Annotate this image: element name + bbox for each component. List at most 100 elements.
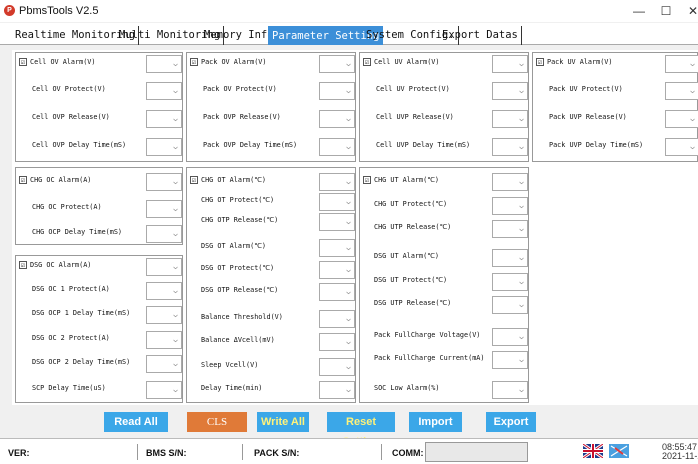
chevron-down-icon: ⌵ (173, 142, 178, 151)
dsg-ot-alarm-dropdown[interactable]: ⌵ (319, 239, 355, 257)
chg-utp-release-dropdown[interactable]: ⌵ (492, 220, 528, 238)
cell-ov-alarm-dropdown[interactable]: ⌵ (146, 55, 182, 73)
dsg-otp-release-dropdown[interactable]: ⌵ (319, 283, 355, 301)
pack-uv-protect-dropdown[interactable]: ⌵ (665, 82, 698, 100)
dsg-oc1-protect-row: DSG OC 1 Protect(A) ⌵ (16, 280, 184, 300)
fullcharge-current-label: Pack FullCharge Current(mA) (374, 354, 485, 362)
dsg-ot-protect-dropdown[interactable]: ⌵ (319, 261, 355, 279)
cell-uvp-release-dropdown[interactable]: ⌵ (492, 110, 528, 128)
chg-oc-protect-dropdown[interactable]: ⌵ (146, 200, 182, 218)
cls-button[interactable]: CLS (187, 412, 247, 432)
minimize-button[interactable]: — (626, 2, 652, 20)
pack-ovp-release-dropdown[interactable]: ⌵ (319, 110, 355, 128)
write-all-button[interactable]: Write All (257, 412, 309, 432)
balance-threshold-row: Balance Threshold(V) ⌵ (187, 308, 357, 328)
tab-export-datas[interactable]: Export Datas (439, 26, 522, 45)
main-tabs: Realtime Monitoring Multi Monitoring Mem… (0, 23, 698, 45)
cell-uv-alarm-checkbox[interactable]: ☑ (363, 58, 371, 66)
chevron-down-icon: ⌵ (519, 277, 524, 286)
sleep-vcell-row: Sleep Vcell(V) ⌵ (187, 356, 357, 376)
chg-ocp-delay-label: CHG OCP Delay Time(mS) (32, 228, 123, 236)
chevron-down-icon: ⌵ (519, 300, 524, 309)
chevron-down-icon: ⌵ (346, 243, 351, 252)
chg-ut-alarm-checkbox[interactable]: ☑ (363, 176, 371, 184)
delay-time-row: Delay Time(min) ⌵ (187, 379, 357, 399)
balance-threshold-dropdown[interactable]: ⌵ (319, 310, 355, 328)
comm-port-field[interactable] (425, 442, 528, 462)
chg-ot-alarm-dropdown[interactable]: ⌵ (319, 173, 355, 191)
cell-ovp-release-label: Cell OVP Release(V) (32, 113, 110, 121)
soc-low-alarm-dropdown[interactable]: ⌵ (492, 381, 528, 399)
cell-ov-protect-dropdown[interactable]: ⌵ (146, 82, 182, 100)
balance-dvcell-dropdown[interactable]: ⌵ (319, 333, 355, 351)
dsg-oc1-protect-dropdown[interactable]: ⌵ (146, 282, 182, 300)
dsg-oc1-protect-label: DSG OC 1 Protect(A) (32, 285, 110, 293)
cell-uvp-delay-dropdown[interactable]: ⌵ (492, 138, 528, 156)
chevron-down-icon: ⌵ (346, 114, 351, 123)
pack-uvp-delay-label: Pack UVP Delay Time(mS) (549, 141, 644, 149)
chg-utp-release-row: CHG UTP Release(℃) ⌵ (360, 218, 530, 238)
scp-delay-dropdown[interactable]: ⌵ (146, 381, 182, 399)
pack-uvp-release-row: Pack UVP Release(V) ⌵ (533, 108, 698, 128)
pack-uvp-delay-dropdown[interactable]: ⌵ (665, 138, 698, 156)
pack-uv-alarm-checkbox[interactable]: ☑ (536, 58, 544, 66)
sleep-vcell-dropdown[interactable]: ⌵ (319, 358, 355, 376)
balance-threshold-label: Balance Threshold(V) (201, 313, 283, 321)
close-button[interactable]: ✕ (680, 2, 698, 20)
chevron-down-icon: ⌵ (690, 114, 695, 123)
chg-ot-protect-row: CHG OT Protect(℃) ⌵ (187, 191, 357, 211)
maximize-button[interactable]: ☐ (653, 2, 679, 20)
uk-flag-icon[interactable] (583, 444, 603, 458)
dsg-otp-release-row: DSG OTP Release(℃) ⌵ (187, 281, 357, 301)
cell-ovp-release-dropdown[interactable]: ⌵ (146, 110, 182, 128)
chg-ot-alarm-checkbox[interactable]: ☑ (190, 176, 198, 184)
chg-oc-alarm-checkbox[interactable]: ☑ (19, 176, 27, 184)
app-icon: P (4, 5, 15, 16)
chg-oc-alarm-label: CHG OC Alarm(A) (30, 176, 92, 184)
chg-ut-alarm-dropdown[interactable]: ⌵ (492, 173, 528, 191)
chg-ot-protect-dropdown[interactable]: ⌵ (319, 193, 355, 211)
dsg-oc2-protect-dropdown[interactable]: ⌵ (146, 331, 182, 349)
chg-ocp-delay-dropdown[interactable]: ⌵ (146, 225, 182, 243)
cn-flag-icon[interactable] (609, 444, 629, 458)
import-button[interactable]: Import (409, 412, 462, 432)
chevron-down-icon: ⌵ (346, 287, 351, 296)
chg-oc-alarm-dropdown[interactable]: ⌵ (146, 173, 182, 191)
fullcharge-current-dropdown[interactable]: ⌵ (492, 351, 528, 369)
dsg-utp-release-dropdown[interactable]: ⌵ (492, 296, 528, 314)
cell-uvp-release-label: Cell UVP Release(V) (376, 113, 454, 121)
chevron-down-icon: ⌵ (690, 59, 695, 68)
pack-uvp-release-dropdown[interactable]: ⌵ (665, 110, 698, 128)
chg-ut-protect-row: CHG UT Protect(℃) ⌵ (360, 195, 530, 215)
dsg-ut-alarm-dropdown[interactable]: ⌵ (492, 249, 528, 267)
export-button[interactable]: Export (486, 412, 536, 432)
cell-ovp-delay-dropdown[interactable]: ⌵ (146, 138, 182, 156)
dsg-oc-alarm-checkbox[interactable]: ☑ (19, 261, 27, 269)
delay-time-dropdown[interactable]: ⌵ (319, 381, 355, 399)
read-all-button[interactable]: Read All (104, 412, 168, 432)
soc-low-alarm-row: SOC Low Alarm(%) ⌵ (360, 379, 530, 399)
cell-ov-alarm-checkbox[interactable]: ☑ (19, 58, 27, 66)
chg-ot-alarm-label: CHG OT Alarm(℃) (201, 176, 266, 184)
pack-ovp-release-label: Pack OVP Release(V) (203, 113, 281, 121)
reset-setting-button[interactable]: Reset Setting (327, 412, 395, 448)
chevron-down-icon: ⌵ (690, 142, 695, 151)
pack-uv-alarm-dropdown[interactable]: ⌵ (665, 55, 698, 73)
cell-uv-alarm-dropdown[interactable]: ⌵ (492, 55, 528, 73)
pack-ov-alarm-dropdown[interactable]: ⌵ (319, 55, 355, 73)
pack-ovp-delay-dropdown[interactable]: ⌵ (319, 138, 355, 156)
dsg-ut-protect-dropdown[interactable]: ⌵ (492, 273, 528, 291)
dsg-ocp1-delay-dropdown[interactable]: ⌵ (146, 306, 182, 324)
chg-ut-protect-dropdown[interactable]: ⌵ (492, 197, 528, 215)
chg-otp-release-dropdown[interactable]: ⌵ (319, 213, 355, 231)
dsg-oc2-protect-row: DSG OC 2 Protect(A) ⌵ (16, 329, 184, 349)
pack-ov-protect-dropdown[interactable]: ⌵ (319, 82, 355, 100)
fullcharge-voltage-dropdown[interactable]: ⌵ (492, 328, 528, 346)
dsg-oc-alarm-dropdown[interactable]: ⌵ (146, 258, 182, 276)
pack-ov-alarm-checkbox[interactable]: ☑ (190, 58, 198, 66)
chevron-down-icon: ⌵ (519, 59, 524, 68)
ot-balance-panel: ☑ CHG OT Alarm(℃) ⌵ CHG OT Protect(℃) ⌵ … (186, 167, 356, 403)
cell-uv-protect-dropdown[interactable]: ⌵ (492, 82, 528, 100)
dsg-ocp2-delay-dropdown[interactable]: ⌵ (146, 355, 182, 373)
status-bar: VER: BMS S/N: PACK S/N: COMM: 08:55:47 2… (0, 438, 698, 464)
